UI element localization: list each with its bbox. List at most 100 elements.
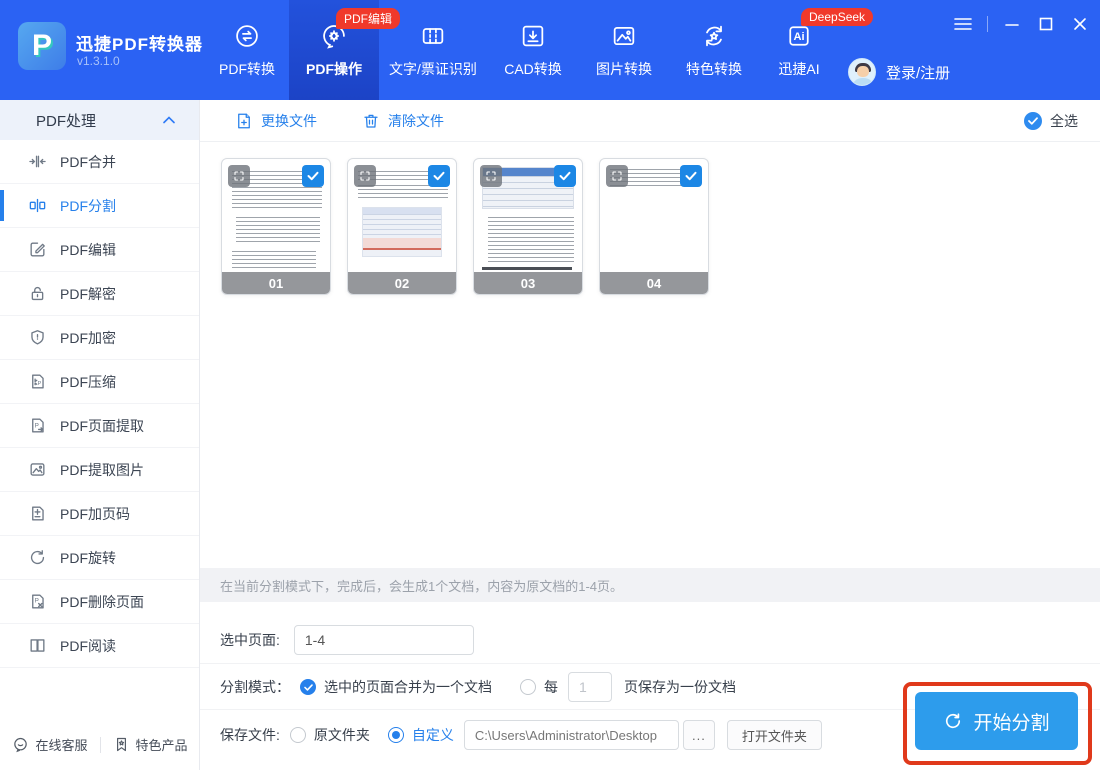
selected-pages-label: 选中页面:	[220, 631, 280, 648]
sidebar-item-pdf-page-numbers[interactable]: PDF加页码	[0, 492, 199, 536]
save-original-radio[interactable]	[289, 727, 306, 743]
sidebar: PDF处理 PDF合并 PDF分割 PDF编辑 PDF解密 PDF加密 P PD…	[0, 100, 200, 770]
extract-image-icon	[28, 460, 47, 479]
book-icon	[28, 636, 47, 655]
sidebar-item-pdf-delete-pages[interactable]: P PDF删除页面	[0, 580, 199, 624]
nav-pdf-convert[interactable]: PDF转换	[205, 0, 289, 100]
page-checkbox[interactable]	[554, 165, 576, 187]
ocr-icon	[418, 21, 448, 51]
featured-products[interactable]: 特色产品	[113, 735, 188, 754]
main-nav: PDF转换 PDF编辑 PDF操作 文字/票证识别 CAD转换 图片转换 特色转…	[205, 0, 874, 100]
app-version: v1.3.1.0	[77, 54, 120, 68]
sidebar-item-pdf-rotate[interactable]: PDF旋转	[0, 536, 199, 580]
expand-icon[interactable]	[354, 165, 376, 187]
replace-files-button[interactable]: 更换文件	[235, 111, 317, 131]
nav-xunjie-ai[interactable]: DeepSeek Ai 迅捷AI	[759, 0, 874, 100]
sidebar-item-pdf-encrypt[interactable]: PDF加密	[0, 316, 199, 360]
rotate-icon	[28, 548, 47, 567]
mode-every-radio[interactable]	[520, 679, 536, 695]
page-thumbnail-3[interactable]: 03	[473, 158, 583, 295]
page-checkbox[interactable]	[302, 165, 324, 187]
status-text: 在当前分割模式下，完成后，会生成1个文档，内容为原文档的1-4页。	[220, 578, 624, 594]
selected-pages-input[interactable]	[293, 624, 474, 655]
extract-page-icon: P	[28, 416, 47, 435]
expand-icon[interactable]	[606, 165, 628, 187]
split-spinner-icon	[946, 713, 961, 729]
start-split-button[interactable]: 开始分割	[915, 692, 1078, 750]
login-label: 登录/注册	[886, 64, 951, 82]
save-custom-radio[interactable]	[387, 727, 404, 743]
file-toolbar: 更换文件 清除文件 全选	[200, 100, 1100, 142]
sidebar-item-pdf-extract-images[interactable]: PDF提取图片	[0, 448, 199, 492]
pages-per-doc-input[interactable]	[568, 672, 612, 702]
user-login[interactable]: 登录/注册	[848, 58, 950, 86]
online-support-label: 在线客服	[35, 738, 88, 753]
sidebar-section-title: PDF处理	[36, 112, 97, 130]
minimize-button[interactable]	[1002, 14, 1022, 34]
unlock-icon	[28, 284, 47, 303]
select-all-check-icon	[1024, 112, 1042, 130]
chevron-up-icon	[163, 116, 175, 124]
chat-icon	[14, 737, 28, 753]
svg-text:P: P	[38, 381, 42, 387]
split-mode-label: 分割模式：	[220, 679, 290, 695]
nav-special-convert[interactable]: 特色转换	[669, 0, 759, 100]
sidebar-items: PDF合并 PDF分割 PDF编辑 PDF解密 PDF加密 P PDF压缩 P …	[0, 140, 199, 668]
mode-merge-radio[interactable]	[300, 679, 316, 695]
clear-files-button[interactable]: 清除文件	[362, 111, 444, 131]
featured-products-label: 特色产品	[135, 738, 188, 753]
page-checkbox[interactable]	[680, 165, 702, 187]
sidebar-item-pdf-split[interactable]: PDF分割	[0, 184, 199, 228]
app-title: 迅捷PDF转换器	[76, 35, 203, 54]
select-all-label: 全选	[1050, 113, 1078, 129]
main-panel: 更换文件 清除文件 全选 01 02 03 04 在当前分割模式下，完成后，会生…	[200, 100, 1100, 770]
cad-convert-icon	[518, 21, 548, 51]
page-number-badge: 03	[474, 272, 582, 294]
menu-icon[interactable]	[953, 14, 973, 34]
page-number-badge: 01	[222, 272, 330, 294]
compress-icon: P	[28, 372, 47, 391]
app-logo: P	[18, 22, 66, 70]
app-window: P 迅捷PDF转换器 v1.3.1.0 PDF转换 PDF编辑 PDF操作 文字…	[0, 0, 1100, 770]
nav-pdf-operate[interactable]: PDF编辑 PDF操作	[289, 0, 401, 100]
sidebar-item-pdf-read[interactable]: PDF阅读	[0, 624, 199, 668]
bookmark-star-icon	[116, 737, 126, 752]
deepseek-badge: DeepSeek	[801, 8, 874, 26]
edit-icon	[28, 240, 47, 259]
online-support[interactable]: 在线客服	[12, 735, 88, 754]
sidebar-item-pdf-extract-pages[interactable]: P PDF页面提取	[0, 404, 199, 448]
mode-merge-label: 选中的页面合并为一个文档	[324, 679, 492, 695]
select-all-toggle[interactable]: 全选	[1024, 100, 1078, 142]
sidebar-item-pdf-compress[interactable]: P PDF压缩	[0, 360, 199, 404]
page-thumbnail-4[interactable]: 04	[599, 158, 709, 295]
thumbnail-grid: 01 02 03 04	[221, 158, 709, 295]
sidebar-section-header[interactable]: PDF处理	[0, 100, 199, 140]
page-number-badge: 04	[600, 272, 708, 294]
sidebar-item-pdf-merge[interactable]: PDF合并	[0, 140, 199, 184]
page-thumbnail-2[interactable]: 02	[347, 158, 457, 295]
add-file-icon	[238, 113, 250, 128]
page-checkbox[interactable]	[428, 165, 450, 187]
sidebar-item-pdf-edit[interactable]: PDF编辑	[0, 228, 199, 272]
page-thumbnail-1[interactable]: 01	[221, 158, 331, 295]
sidebar-footer: 在线客服 特色产品	[0, 735, 200, 754]
start-split-label: 开始分割	[973, 712, 1050, 734]
close-button[interactable]	[1070, 14, 1090, 34]
save-path-input[interactable]	[463, 720, 679, 750]
nav-cad-convert[interactable]: CAD转换	[487, 0, 579, 100]
open-folder-button[interactable]: 打开文件夹	[726, 720, 822, 750]
maximize-button[interactable]	[1036, 14, 1056, 34]
winctl-divider	[987, 16, 988, 32]
header: P 迅捷PDF转换器 v1.3.1.0 PDF转换 PDF编辑 PDF操作 文字…	[0, 0, 1100, 100]
add-page-number-icon	[28, 504, 47, 523]
expand-icon[interactable]	[228, 165, 250, 187]
browse-folder-button[interactable]: ...	[682, 720, 715, 750]
sidebar-item-pdf-decrypt[interactable]: PDF解密	[0, 272, 199, 316]
nav-image-convert[interactable]: 图片转换	[579, 0, 669, 100]
expand-icon[interactable]	[480, 165, 502, 187]
save-original-label: 原文件夹	[313, 727, 370, 743]
pdf-edit-badge: PDF编辑	[336, 8, 401, 29]
delete-page-icon: P	[28, 592, 47, 611]
avatar	[848, 58, 876, 86]
special-convert-icon	[699, 21, 729, 51]
